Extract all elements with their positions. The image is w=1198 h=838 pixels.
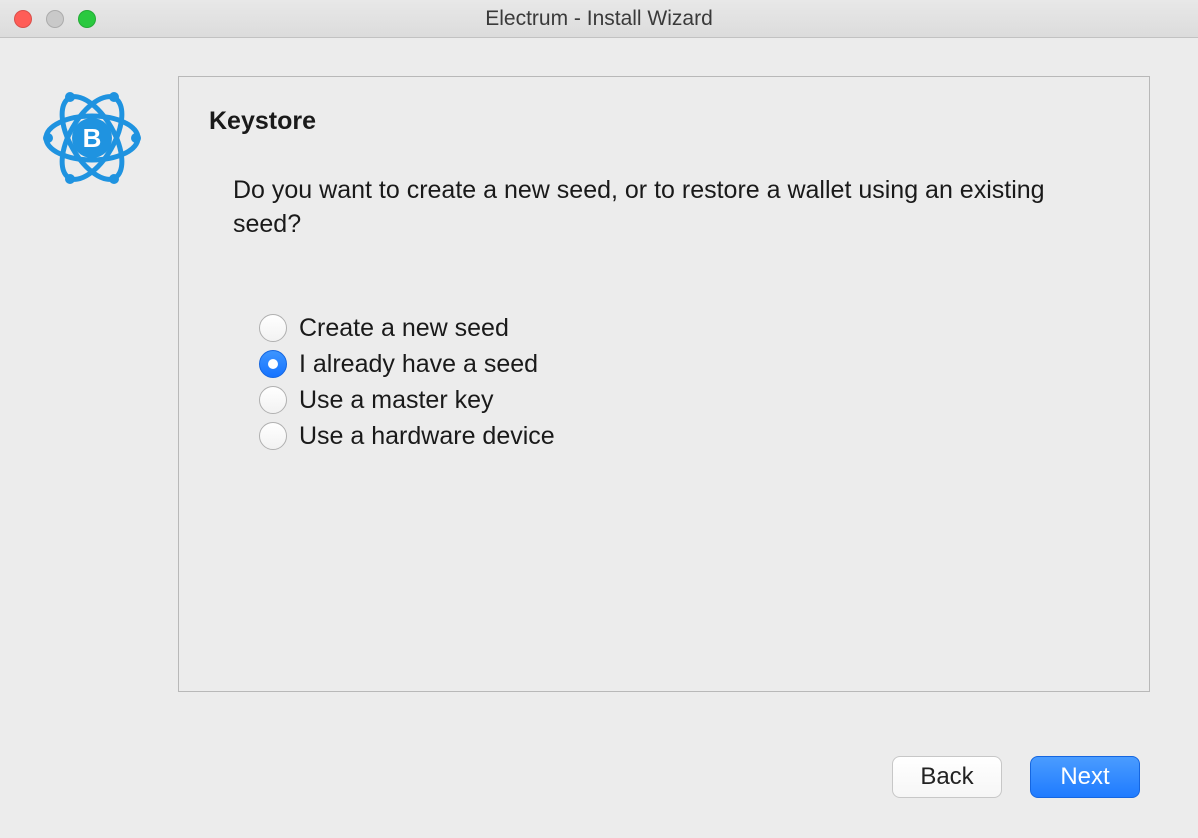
radio-label: Create a new seed — [299, 314, 509, 343]
radio-icon — [259, 386, 287, 414]
sidebar: B — [38, 76, 178, 692]
window-controls — [14, 10, 96, 28]
minimize-window-icon[interactable] — [46, 10, 64, 28]
keystore-radio-group: Create a new seed I already have a seed … — [209, 314, 1119, 451]
electrum-logo-icon: B — [38, 84, 146, 192]
svg-text:B: B — [83, 123, 102, 153]
radio-icon — [259, 350, 287, 378]
radio-use-hardware-device[interactable]: Use a hardware device — [259, 422, 1119, 451]
radio-label: I already have a seed — [299, 350, 538, 379]
wizard-footer: Back Next — [892, 756, 1140, 798]
content-area: B Keystore Do you want to create a new s… — [0, 38, 1198, 692]
next-button[interactable]: Next — [1030, 756, 1140, 798]
back-button-label: Back — [920, 763, 973, 791]
back-button[interactable]: Back — [892, 756, 1002, 798]
panel-question: Do you want to create a new seed, or to … — [209, 174, 1069, 242]
close-window-icon[interactable] — [14, 10, 32, 28]
radio-icon — [259, 314, 287, 342]
radio-already-have-seed[interactable]: I already have a seed — [259, 350, 1119, 379]
radio-label: Use a hardware device — [299, 422, 555, 451]
radio-create-new-seed[interactable]: Create a new seed — [259, 314, 1119, 343]
maximize-window-icon[interactable] — [78, 10, 96, 28]
wizard-panel: Keystore Do you want to create a new see… — [178, 76, 1150, 692]
radio-icon — [259, 422, 287, 450]
panel-heading: Keystore — [209, 107, 1119, 136]
radio-label: Use a master key — [299, 386, 494, 415]
titlebar: Electrum - Install Wizard — [0, 0, 1198, 38]
next-button-label: Next — [1060, 763, 1109, 791]
window-title: Electrum - Install Wizard — [0, 7, 1198, 31]
radio-use-master-key[interactable]: Use a master key — [259, 386, 1119, 415]
